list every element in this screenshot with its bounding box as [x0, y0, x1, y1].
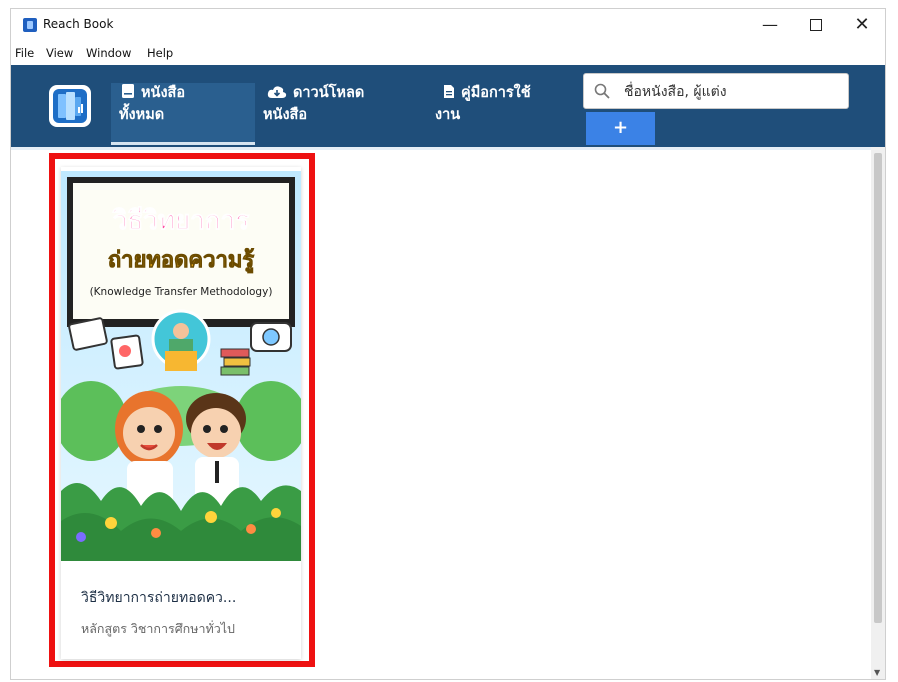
tab-all-books-label-1: หนังสือ [141, 85, 186, 101]
book-category: หลักสูตร วิชาการศึกษาทั่วไป [81, 621, 235, 636]
search-icon [594, 83, 610, 99]
maximize-icon [810, 18, 822, 31]
tab-download-label-1: ดาวน์โหลด [293, 85, 365, 101]
tab-download-label-2: หนังสือ [263, 107, 308, 123]
book-icon [122, 84, 134, 98]
close-button[interactable]: ✕ [839, 9, 885, 41]
app-window: Reach Book — ✕ File View Window Help หนั… [10, 8, 886, 680]
menu-bar: File View Window Help [11, 41, 885, 65]
cloud-download-icon [267, 86, 287, 98]
tab-all-books[interactable]: หนังสือ ทั้งหมด [111, 83, 255, 142]
document-icon [444, 85, 454, 98]
tab-manual-label-1: คู่มือการใช้ [461, 85, 531, 101]
book-card[interactable]: วิธีวิทยาการ ถ่ายทอดความรู้ (Knowledge T… [61, 167, 301, 659]
maximize-button[interactable] [793, 9, 839, 41]
scroll-down-icon[interactable]: ▼ [874, 668, 880, 677]
tab-manual-label-2: งาน [435, 107, 461, 123]
add-book-button[interactable]: + [586, 112, 655, 145]
reach-book-logo [49, 85, 91, 127]
active-tab-indicator [111, 142, 255, 145]
vertical-scrollbar[interactable]: ▼ [871, 147, 885, 679]
tab-user-manual[interactable]: คู่มือการใช้ งาน [435, 83, 575, 142]
menu-view[interactable]: View [46, 46, 73, 60]
tab-all-books-label-2: ทั้งหมด [119, 107, 165, 123]
search-box[interactable] [583, 73, 849, 109]
menu-file[interactable]: File [15, 46, 34, 60]
title-bar: Reach Book — ✕ [11, 9, 885, 41]
cover-title-line1: วิธีวิทยาการ [112, 206, 249, 236]
app-logo-icon [23, 18, 37, 32]
tab-download-books[interactable]: ดาวน์โหลด หนังสือ [263, 83, 403, 142]
minimize-button[interactable]: — [747, 9, 793, 41]
menu-window[interactable]: Window [86, 46, 131, 60]
book-title[interactable]: วิธีวิทยาการถ่ายทอดคว... [81, 587, 236, 609]
scroll-thumb[interactable] [874, 153, 882, 623]
window-title: Reach Book [43, 17, 114, 31]
top-navigation: หนังสือ ทั้งหมด ดาวน์โหลด หนังสือ คู่มือ… [11, 65, 885, 147]
menu-help[interactable]: Help [147, 46, 173, 60]
cover-subtitle: (Knowledge Transfer Methodology) [90, 286, 273, 298]
search-input[interactable] [622, 79, 841, 105]
cover-title-line2: ถ่ายทอดความรู้ [108, 248, 254, 274]
book-cover-image: วิธีวิทยาการ ถ่ายทอดความรู้ (Knowledge T… [61, 171, 301, 561]
